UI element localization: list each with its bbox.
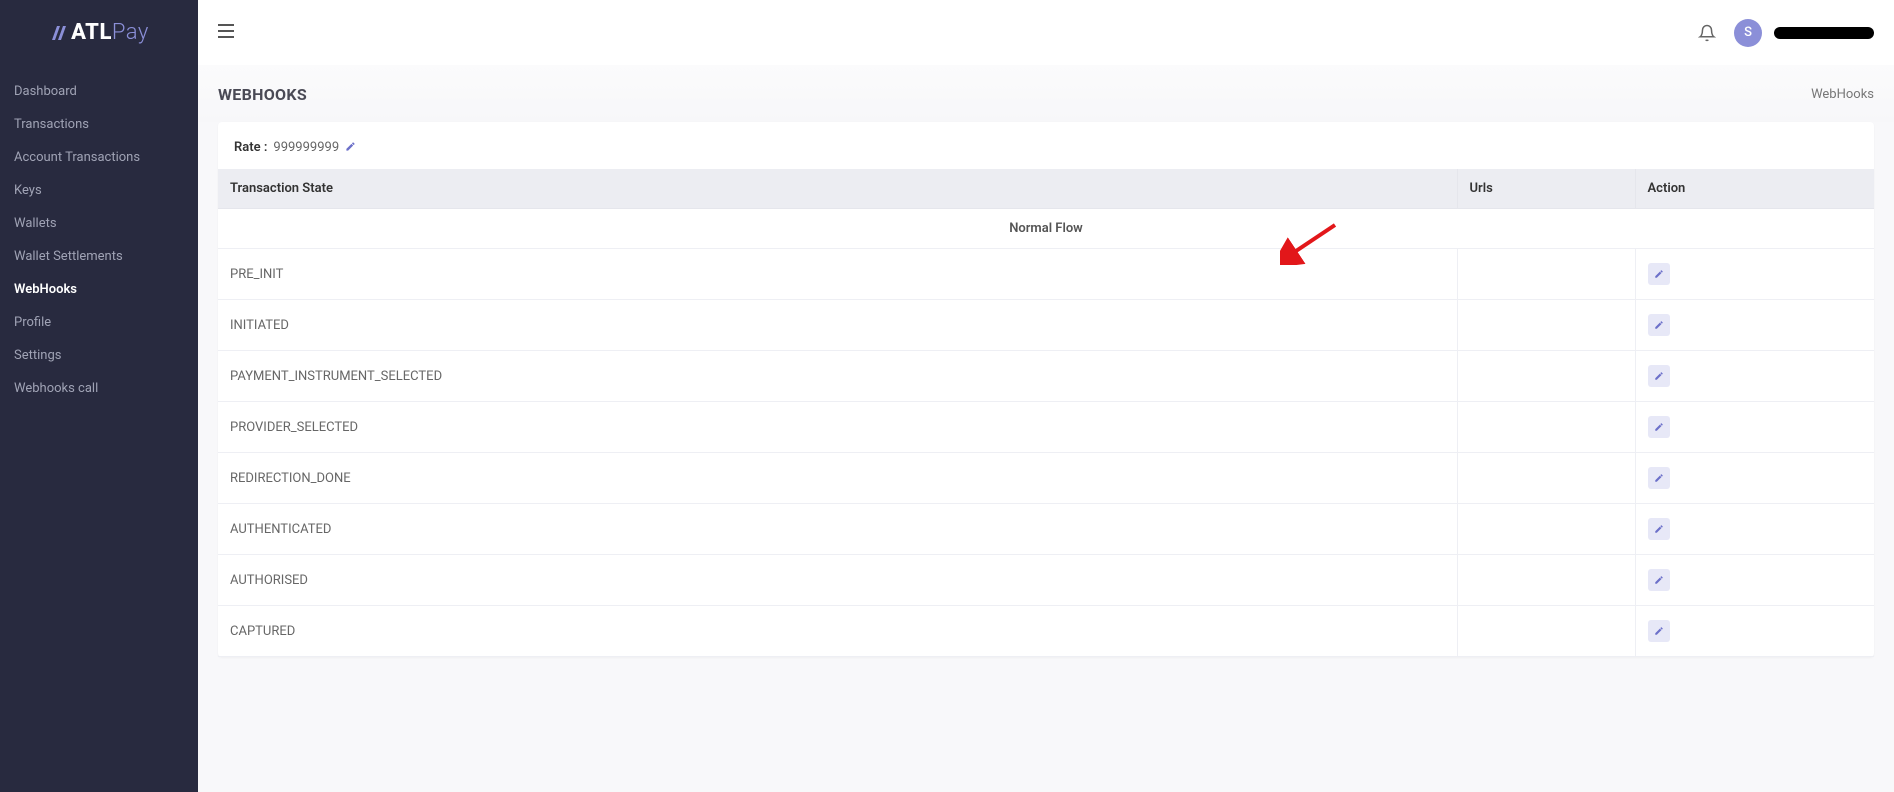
user-name-redacted[interactable] — [1774, 27, 1874, 39]
sidebar-item-settings[interactable]: Settings — [0, 339, 198, 372]
column-header-state: Transaction State — [218, 169, 1457, 209]
brand-thin: Pay — [112, 20, 149, 45]
cell-state: INITIATED — [218, 300, 1457, 351]
sidebar-item-webhooks-call[interactable]: Webhooks call — [0, 372, 198, 405]
table-section-row: Normal Flow — [218, 209, 1874, 249]
table-row: REDIRECTION_DONE — [218, 453, 1874, 504]
cell-action — [1635, 504, 1874, 555]
page-header: WEBHOOKS WebHooks — [198, 65, 1894, 122]
table-row: PRE_INIT — [218, 249, 1874, 300]
avatar[interactable]: S — [1734, 19, 1762, 47]
sidebar-item-webhooks[interactable]: WebHooks — [0, 273, 198, 306]
cell-action — [1635, 555, 1874, 606]
sidebar-item-wallet-settlements[interactable]: Wallet Settlements — [0, 240, 198, 273]
rate-label: Rate : — [234, 140, 267, 155]
edit-button[interactable] — [1648, 263, 1670, 285]
sidebar-item-transactions[interactable]: Transactions — [0, 108, 198, 141]
cell-urls — [1457, 606, 1635, 657]
table-row: AUTHENTICATED — [218, 504, 1874, 555]
cell-state: AUTHENTICATED — [218, 504, 1457, 555]
sidebar-item-account-transactions[interactable]: Account Transactions — [0, 141, 198, 174]
sidebar: ATLPay Dashboard Transactions Account Tr… — [0, 0, 198, 792]
edit-button[interactable] — [1648, 416, 1670, 438]
cell-action — [1635, 249, 1874, 300]
sidebar-item-keys[interactable]: Keys — [0, 174, 198, 207]
cell-urls — [1457, 249, 1635, 300]
cell-state: PAYMENT_INSTRUMENT_SELECTED — [218, 351, 1457, 402]
main: WEBHOOKS WebHooks Rate : 999999999 Trans… — [198, 0, 1894, 657]
rate-value: 999999999 — [273, 140, 339, 155]
column-header-urls: Urls — [1457, 169, 1635, 209]
cell-urls — [1457, 402, 1635, 453]
edit-button[interactable] — [1648, 365, 1670, 387]
breadcrumb: WebHooks — [1811, 87, 1874, 102]
table-row: INITIATED — [218, 300, 1874, 351]
edit-button[interactable] — [1648, 467, 1670, 489]
section-label: Normal Flow — [218, 209, 1874, 249]
edit-button[interactable] — [1648, 620, 1670, 642]
cell-action — [1635, 300, 1874, 351]
cell-urls — [1457, 300, 1635, 351]
sidebar-item-profile[interactable]: Profile — [0, 306, 198, 339]
cell-state: REDIRECTION_DONE — [218, 453, 1457, 504]
table-row: PROVIDER_SELECTED — [218, 402, 1874, 453]
edit-button[interactable] — [1648, 518, 1670, 540]
cell-urls — [1457, 504, 1635, 555]
column-header-action: Action — [1635, 169, 1874, 209]
sidebar-item-wallets[interactable]: Wallets — [0, 207, 198, 240]
logo-icon — [49, 24, 69, 42]
cell-state: AUTHORISED — [218, 555, 1457, 606]
edit-button[interactable] — [1648, 314, 1670, 336]
rate-row: Rate : 999999999 — [218, 140, 1874, 169]
bell-icon[interactable] — [1698, 24, 1716, 42]
cell-action — [1635, 453, 1874, 504]
brand-bold: ATL — [71, 20, 112, 45]
cell-urls — [1457, 555, 1635, 606]
table-row: AUTHORISED — [218, 555, 1874, 606]
edit-button[interactable] — [1648, 569, 1670, 591]
sidebar-nav: Dashboard Transactions Account Transacti… — [0, 65, 198, 415]
cell-action — [1635, 402, 1874, 453]
webhooks-card: Rate : 999999999 Transaction State Urls … — [218, 122, 1874, 657]
topbar: S — [198, 0, 1894, 65]
brand-logo[interactable]: ATLPay — [0, 0, 198, 65]
rate-edit-icon[interactable] — [345, 141, 356, 155]
topbar-right: S — [1698, 19, 1874, 47]
cell-action — [1635, 606, 1874, 657]
sidebar-item-dashboard[interactable]: Dashboard — [0, 75, 198, 108]
cell-urls — [1457, 351, 1635, 402]
page-title: WEBHOOKS — [218, 85, 307, 104]
webhooks-table: Transaction State Urls Action Normal Flo… — [218, 169, 1874, 657]
cell-action — [1635, 351, 1874, 402]
cell-state: PRE_INIT — [218, 249, 1457, 300]
hamburger-icon[interactable] — [218, 23, 234, 43]
table-row: CAPTURED — [218, 606, 1874, 657]
cell-state: CAPTURED — [218, 606, 1457, 657]
cell-state: PROVIDER_SELECTED — [218, 402, 1457, 453]
cell-urls — [1457, 453, 1635, 504]
table-row: PAYMENT_INSTRUMENT_SELECTED — [218, 351, 1874, 402]
